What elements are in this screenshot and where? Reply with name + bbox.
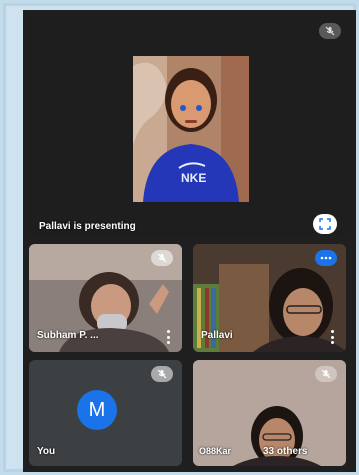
more-options-icon[interactable]: [165, 330, 171, 344]
mic-off-icon: [315, 366, 337, 382]
participant-name: Subham P. ...: [37, 330, 99, 341]
mic-off-icon: [151, 250, 173, 266]
presenter-video: NKE: [133, 56, 249, 202]
more-options-icon[interactable]: [329, 330, 335, 344]
participant-name: Pallavi: [201, 330, 233, 341]
participant-tile[interactable]: Subham P. ...: [29, 244, 182, 352]
meeting-screen: NKE Pallavi is presenting Subham P. ...: [23, 10, 356, 472]
others-count-label: 33 others: [263, 446, 308, 457]
svg-text:NKE: NKE: [181, 171, 206, 185]
screenshot-frame: NKE Pallavi is presenting Subham P. ...: [3, 3, 356, 472]
presenter-label: Pallavi is presenting: [39, 221, 136, 232]
fullscreen-icon[interactable]: [313, 214, 337, 234]
participant-tile[interactable]: Pallavi: [193, 244, 346, 352]
mic-off-icon: [319, 23, 341, 39]
others-tile[interactable]: O88Kar 33 others: [193, 360, 346, 466]
avatar-letter: M: [88, 398, 106, 421]
main-presenter-tile[interactable]: NKE Pallavi is presenting: [27, 16, 350, 236]
self-tile[interactable]: M You: [29, 360, 182, 466]
speaking-indicator-icon: [315, 250, 337, 266]
avatar: M: [77, 390, 117, 430]
mic-off-icon: [151, 366, 173, 382]
participant-name: You: [37, 446, 56, 457]
participant-name: O88Kar: [199, 446, 232, 456]
